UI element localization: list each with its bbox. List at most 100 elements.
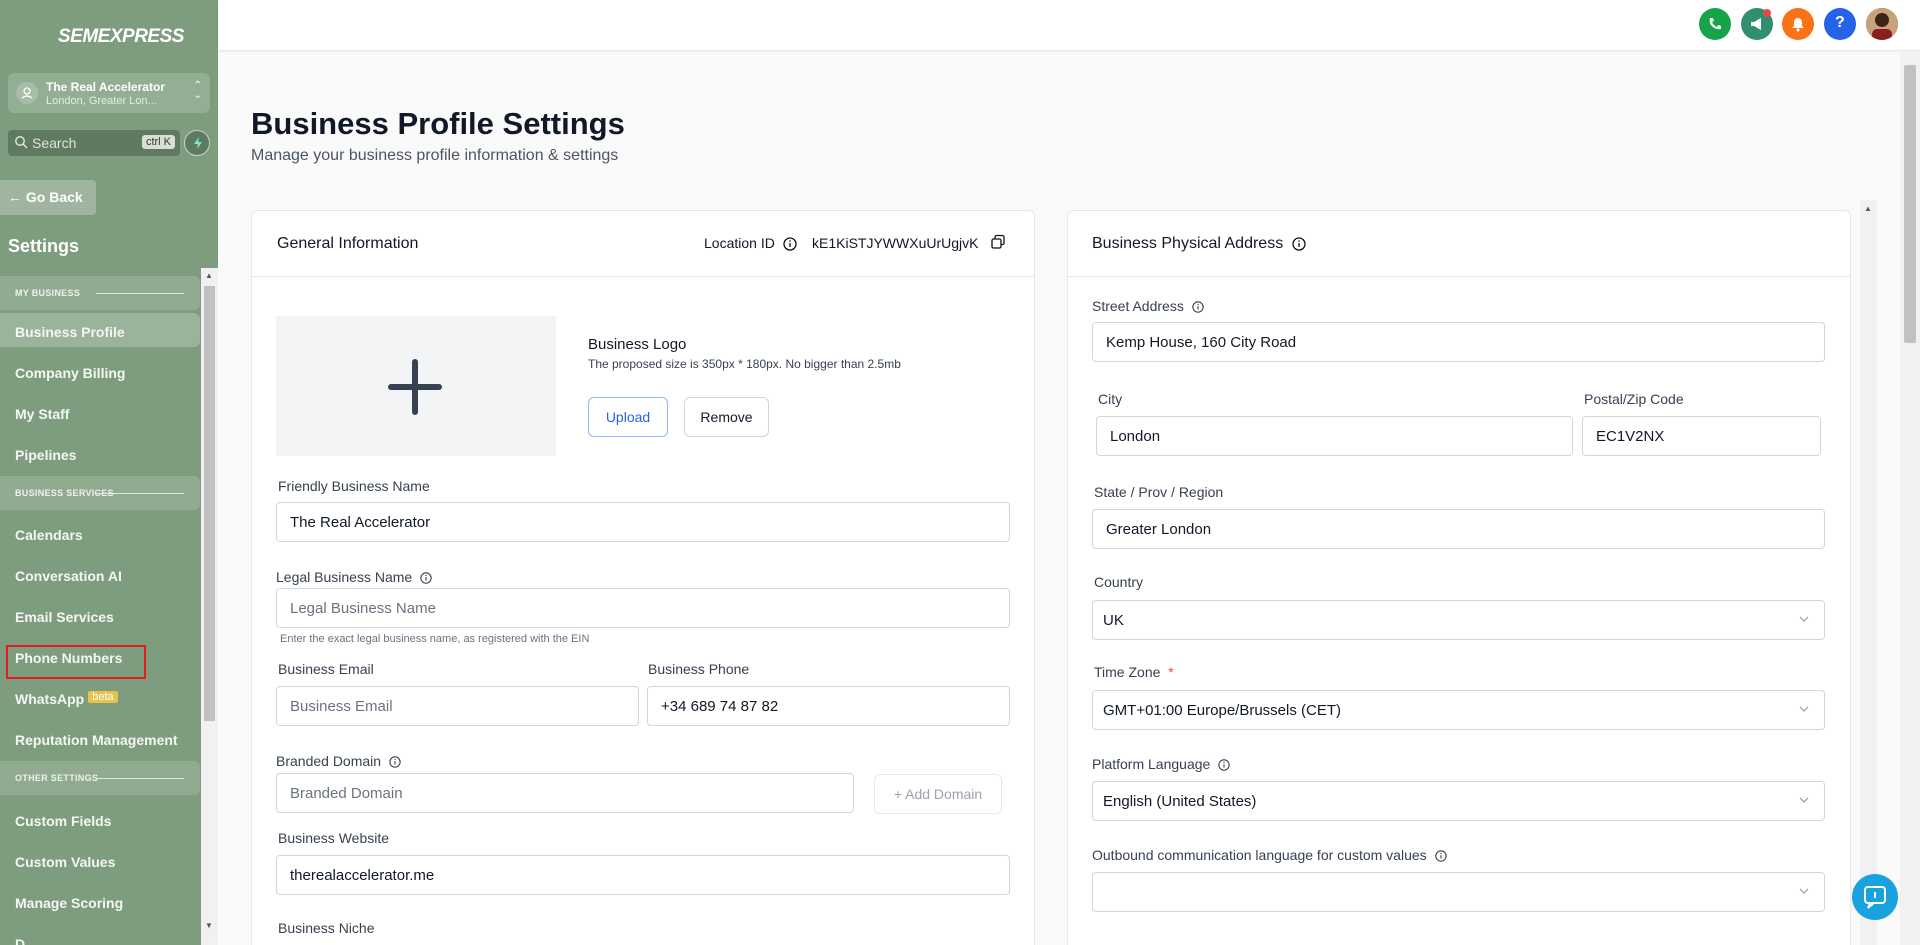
business-website-input[interactable]: therealaccelerator.me: [276, 855, 1010, 895]
location-pin-icon: [16, 82, 38, 104]
search-placeholder: Search: [32, 135, 77, 151]
nav-item-pipelines[interactable]: Pipelines: [0, 436, 200, 470]
chevron-down-icon: [1799, 797, 1809, 803]
business-phone-label: Business Phone: [648, 661, 750, 677]
info-icon: [1218, 759, 1230, 771]
help-button[interactable]: ?: [1824, 8, 1856, 40]
user-avatar[interactable]: [1866, 8, 1898, 40]
location-subtitle: London, Greater Lon...: [46, 95, 157, 107]
megaphone-icon: [1751, 18, 1761, 30]
settings-nav: MY BUSINESS Business Profile Company Bil…: [0, 268, 218, 945]
state-input[interactable]: Greater London: [1092, 509, 1825, 549]
city-label: City: [1098, 391, 1123, 407]
nav-item-custom-values[interactable]: Custom Values: [0, 843, 200, 877]
timezone-select[interactable]: GMT+01:00 Europe/Brussels (CET): [1092, 690, 1825, 730]
street-address-input[interactable]: Kemp House, 160 City Road: [1092, 322, 1825, 362]
upload-button[interactable]: Upload: [588, 397, 668, 437]
legal-name-help: Enter the exact legal business name, as …: [280, 633, 590, 645]
business-logo-label: Business Logo: [588, 336, 687, 353]
zip-input[interactable]: EC1V2NX: [1582, 416, 1821, 456]
sidebar-scrollbar[interactable]: ▲ ▼: [201, 268, 218, 945]
page-title: Business Profile Settings: [251, 106, 625, 141]
search-input[interactable]: Search ctrl K: [8, 130, 180, 156]
business-logo-help: The proposed size is 350px * 180px. No b…: [588, 357, 901, 371]
sidebar: SEMEXPRESS The Real Accelerator London, …: [0, 0, 218, 945]
nav-item-partial[interactable]: D...: [0, 925, 200, 945]
nav-item-conversation-ai[interactable]: Conversation AI: [0, 557, 200, 591]
platform-language-select[interactable]: English (United States): [1092, 781, 1825, 821]
notifications-button[interactable]: [1782, 8, 1814, 40]
nav-item-reputation-management[interactable]: Reputation Management: [0, 721, 200, 755]
info-icon: [389, 756, 401, 768]
phone-icon: [1709, 18, 1721, 30]
nav-item-company-billing[interactable]: Company Billing: [0, 354, 200, 388]
outbound-language-select[interactable]: [1092, 872, 1825, 912]
logo-upload-area[interactable]: [276, 316, 556, 456]
street-address-label: Street Address: [1092, 298, 1204, 314]
chevron-down-icon: [1799, 888, 1809, 894]
chevron-updown-icon: ⌃ ⌄: [193, 80, 202, 101]
business-phone-input[interactable]: +34 689 74 87 82: [647, 686, 1010, 726]
sidebar-scroll-thumb[interactable]: [204, 286, 215, 721]
platform-language-label: Platform Language: [1092, 756, 1230, 772]
nav-item-my-staff[interactable]: My Staff: [0, 395, 200, 429]
outbound-language-label: Outbound communication language for cust…: [1092, 847, 1447, 863]
info-icon: [420, 572, 432, 584]
location-id-label: Location ID: [704, 235, 797, 251]
scroll-up-arrow-icon[interactable]: ▲: [1864, 204, 1872, 213]
friendly-name-input[interactable]: The Real Accelerator: [276, 502, 1010, 542]
nav-item-calendars[interactable]: Calendars: [0, 516, 200, 550]
city-input[interactable]: London: [1096, 416, 1573, 456]
card-header: General Information Location ID kE1KiSTJ…: [252, 211, 1034, 277]
country-select[interactable]: UK: [1092, 600, 1825, 640]
section-my-business: MY BUSINESS: [0, 276, 200, 310]
bell-icon: [1792, 18, 1804, 32]
content-scrollbar[interactable]: ▲: [1860, 200, 1877, 945]
scroll-up-arrow-icon[interactable]: ▲: [205, 271, 213, 280]
branded-domain-input[interactable]: Branded Domain: [276, 773, 854, 813]
chat-icon: [1864, 886, 1886, 909]
nav-item-whatsapp[interactable]: WhatsApp beta: [0, 680, 200, 714]
go-back-label: Go Back: [25, 189, 83, 205]
location-id-value: kE1KiSTJYWWXuUrUgjvK: [812, 235, 979, 251]
nav-item-manage-scoring[interactable]: Manage Scoring: [0, 884, 200, 918]
quick-actions-button[interactable]: [184, 130, 210, 156]
nav-item-custom-fields[interactable]: Custom Fields: [0, 802, 200, 836]
required-asterisk: *: [1168, 664, 1174, 680]
location-switcher[interactable]: The Real Accelerator London, Greater Lon…: [8, 73, 210, 113]
announcements-button[interactable]: [1741, 8, 1773, 40]
business-email-input[interactable]: Business Email: [276, 686, 639, 726]
copy-icon[interactable]: [990, 234, 1006, 255]
state-label: State / Prov / Region: [1094, 484, 1224, 500]
chat-widget-button[interactable]: [1852, 874, 1898, 920]
info-icon: [1192, 301, 1204, 313]
nav-item-business-profile[interactable]: Business Profile: [0, 313, 200, 347]
business-niche-label: Business Niche: [278, 920, 375, 936]
branded-domain-label: Branded Domain: [276, 753, 401, 769]
scroll-down-arrow-icon[interactable]: ▼: [205, 921, 213, 930]
zip-label: Postal/Zip Code: [1584, 391, 1684, 407]
phone-button[interactable]: [1699, 8, 1731, 40]
page-scroll-thumb[interactable]: [1904, 65, 1916, 343]
notification-dot: [1763, 9, 1771, 17]
add-domain-button[interactable]: + Add Domain: [874, 774, 1002, 814]
nav-item-phone-numbers[interactable]: Phone Numbers: [0, 639, 200, 679]
business-email-label: Business Email: [278, 661, 374, 677]
friendly-name-label: Friendly Business Name: [278, 478, 430, 494]
info-icon: [1434, 850, 1447, 862]
nav-item-email-services[interactable]: Email Services: [0, 598, 200, 632]
card-header: Business Physical Address: [1068, 211, 1850, 277]
page-scrollbar[interactable]: [1900, 51, 1920, 945]
search-icon: [14, 135, 28, 154]
legal-name-input[interactable]: Legal Business Name: [276, 588, 1010, 628]
info-icon: [1292, 237, 1306, 251]
lightning-icon: [194, 137, 202, 149]
go-back-button[interactable]: ← Go Back: [0, 180, 96, 215]
search-shortcut-badge: ctrl K: [141, 135, 175, 149]
remove-button[interactable]: Remove: [684, 397, 769, 437]
physical-address-card: Business Physical Address: [1067, 210, 1851, 945]
brand-logo[interactable]: SEMEXPRESS: [58, 18, 184, 54]
topbar: ?: [218, 0, 1920, 51]
beta-badge: beta: [88, 691, 118, 703]
card-title: Business Physical Address: [1092, 235, 1306, 253]
